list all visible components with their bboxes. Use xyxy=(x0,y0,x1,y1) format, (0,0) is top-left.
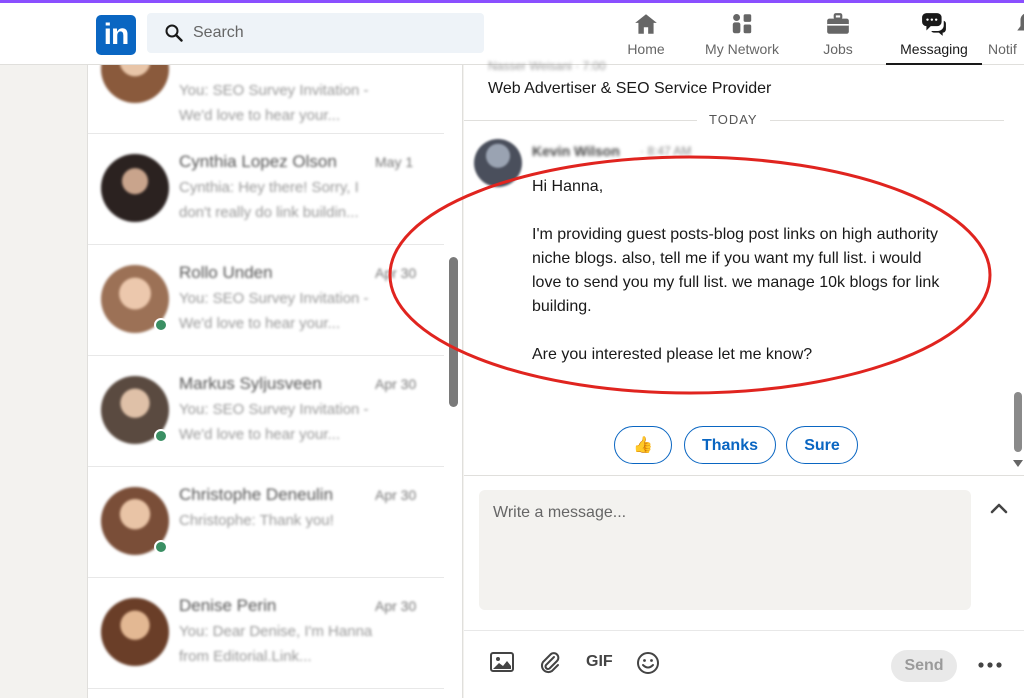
gif-button[interactable]: GIF xyxy=(586,653,613,671)
previous-sender-headline: Web Advertiser & SEO Service Provider xyxy=(488,80,772,97)
linkedin-logo[interactable]: in xyxy=(96,15,136,55)
search-bar[interactable] xyxy=(147,13,484,53)
conversation-preview-line: You: SEO Survey Invitation - xyxy=(179,290,369,307)
day-separator-label: TODAY xyxy=(697,112,770,127)
send-button[interactable]: Send xyxy=(891,650,957,682)
online-status-icon xyxy=(154,318,168,332)
conversation-name: Denise Perin xyxy=(179,596,277,615)
nav-home-label: Home xyxy=(627,41,665,57)
nav-my-network[interactable]: My Network xyxy=(697,3,787,65)
conversation-list[interactable]: You: SEO Survey Invitation - We'd love t… xyxy=(87,65,463,698)
composer-footer-divider xyxy=(464,630,1024,631)
nav-notifications[interactable]: Notif xyxy=(988,3,1024,65)
nav-messaging-label: Messaging xyxy=(900,41,968,57)
more-options-icon[interactable] xyxy=(976,653,1004,677)
global-nav: in Home My Network Jobs xyxy=(0,3,1024,65)
conversation-preview-line: We'd love to hear your... xyxy=(179,315,341,332)
nav-jobs[interactable]: Jobs xyxy=(806,3,870,65)
avatar xyxy=(101,65,169,103)
emoji-icon[interactable] xyxy=(636,651,660,675)
quick-reply-sure[interactable]: Sure xyxy=(786,426,858,464)
sender-avatar[interactable] xyxy=(474,139,522,187)
conversation-preview-line: don't really do link buildin... xyxy=(179,204,359,221)
conversation-name: Cynthia Lopez Olson xyxy=(179,152,337,171)
sender-name[interactable]: Kevin Wilson xyxy=(532,143,620,159)
conversation-item[interactable]: Markus Syljusveen Apr 30 You: SEO Survey… xyxy=(88,356,444,467)
message-input[interactable] xyxy=(493,504,953,594)
conversation-preview-line: You: Dear Denise, I'm Hanna xyxy=(179,623,373,640)
avatar xyxy=(101,598,169,666)
conversation-date: Apr 30 xyxy=(375,598,417,614)
message-thread: Nasser Weisani · 7:00 Web Advertiser & S… xyxy=(388,59,1024,698)
conversation-name: Rollo Unden xyxy=(179,263,273,282)
previous-sender-line: Nasser Weisani · 7:00 xyxy=(488,59,606,73)
online-status-icon xyxy=(154,429,168,443)
conversation-item[interactable]: You: SEO Survey Invitation - We'd love t… xyxy=(88,65,444,134)
nav-notifications-label: Notif xyxy=(988,41,1017,57)
message-paragraph: I'm providing guest posts-blog post link… xyxy=(532,226,940,315)
message-greeting: Hi Hanna, xyxy=(532,178,604,195)
conversation-item[interactable]: Denise Perin Apr 30 You: Dear Denise, I'… xyxy=(88,578,444,689)
nav-messaging[interactable]: Messaging xyxy=(886,3,982,65)
quick-reply-thumbs-up[interactable]: 👍 xyxy=(614,426,672,464)
conversation-preview-line: Christophe: Thank you! xyxy=(179,512,334,529)
quick-replies: 👍 Thanks Sure xyxy=(464,426,1024,464)
avatar xyxy=(101,154,169,222)
conversation-date: Apr 30 xyxy=(375,487,417,503)
message-composer[interactable] xyxy=(479,490,971,610)
message-body: Hi Hanna, I'm providing guest posts-blog… xyxy=(532,175,952,367)
conversation-preview-line: Cynthia: Hey there! Sorry, I xyxy=(179,179,359,196)
online-status-icon xyxy=(154,540,168,554)
conversation-preview-line: from Editorial.Link... xyxy=(179,648,312,665)
attachment-icon[interactable] xyxy=(538,651,562,675)
conversation-preview-line: We'd love to hear your... xyxy=(179,426,341,443)
nav-home[interactable]: Home xyxy=(614,3,678,65)
sender-timestamp: · 8:47 AM xyxy=(640,144,692,158)
briefcase-icon xyxy=(827,13,849,34)
bell-icon xyxy=(1017,13,1024,31)
conversation-preview-line: You: SEO Survey Invitation - xyxy=(179,401,369,418)
conversation-name: Christophe Deneulin xyxy=(179,485,334,504)
conversation-name: Markus Syljusveen xyxy=(179,374,322,393)
conversation-date: May 1 xyxy=(375,154,414,170)
image-icon[interactable] xyxy=(490,651,514,673)
nav-jobs-label: Jobs xyxy=(823,41,853,57)
home-icon xyxy=(635,14,657,34)
nav-my-network-label: My Network xyxy=(705,41,779,57)
conversation-date: Apr 30 xyxy=(375,376,417,392)
network-icon xyxy=(732,14,752,34)
message-closing: Are you interested please let me know? xyxy=(532,346,813,363)
quick-reply-thanks[interactable]: Thanks xyxy=(684,426,776,464)
search-icon xyxy=(165,24,183,42)
messaging-icon xyxy=(922,13,946,36)
conversation-list-scrollbar[interactable] xyxy=(449,257,458,407)
conversation-preview-line: We'd love to hear your... xyxy=(179,107,341,124)
conversation-item[interactable]: Rollo Unden Apr 30 You: SEO Survey Invit… xyxy=(88,245,444,356)
conversation-preview-line: You: SEO Survey Invitation - xyxy=(179,82,369,99)
conversation-date: Apr 30 xyxy=(375,265,417,281)
conversation-item[interactable]: Cynthia Lopez Olson May 1 Cynthia: Hey t… xyxy=(88,134,444,245)
conversation-item[interactable]: Christophe Deneulin Apr 30 Christophe: T… xyxy=(88,467,444,578)
chevron-up-icon[interactable] xyxy=(989,501,1009,515)
scroll-down-arrow-icon[interactable] xyxy=(1013,460,1023,467)
compose-divider xyxy=(464,475,1024,476)
search-input[interactable] xyxy=(193,13,473,53)
thread-scrollbar[interactable] xyxy=(1014,392,1022,452)
